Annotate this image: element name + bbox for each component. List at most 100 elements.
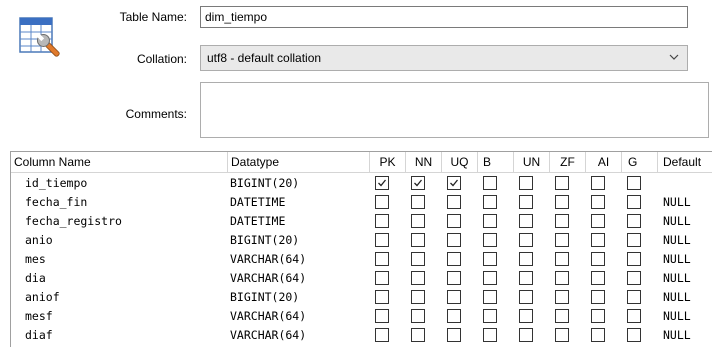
uq-header[interactable]: UQ [441, 152, 477, 172]
datatype-cell[interactable]: VARCHAR(64) [230, 309, 306, 323]
column-name-cell[interactable]: diaf [25, 328, 53, 342]
zf-checkbox[interactable] [555, 233, 569, 247]
nn-checkbox[interactable] [411, 271, 425, 285]
uq-checkbox[interactable] [447, 271, 461, 285]
g-checkbox[interactable] [627, 328, 641, 342]
default-cell[interactable]: NULL [663, 214, 691, 228]
column-name-cell[interactable]: aniof [25, 290, 60, 304]
column-name-cell[interactable]: dia [25, 271, 46, 285]
pk-checkbox[interactable] [375, 328, 389, 342]
column-name-cell[interactable]: id_tiempo [25, 176, 87, 190]
column-name-cell[interactable]: fecha_registro [25, 214, 122, 228]
datatype-cell[interactable]: VARCHAR(64) [230, 271, 306, 285]
g-checkbox[interactable] [627, 195, 641, 209]
default-cell[interactable]: NULL [663, 290, 691, 304]
un-checkbox[interactable] [519, 195, 533, 209]
un-checkbox[interactable] [519, 328, 533, 342]
ai-checkbox[interactable] [591, 309, 605, 323]
column-name-cell[interactable]: anio [25, 233, 53, 247]
ai-header[interactable]: AI [585, 152, 621, 172]
zf-checkbox[interactable] [555, 271, 569, 285]
un-checkbox[interactable] [519, 271, 533, 285]
uq-checkbox[interactable] [447, 195, 461, 209]
un-checkbox[interactable] [519, 290, 533, 304]
default-cell[interactable]: NULL [663, 328, 691, 342]
g-checkbox[interactable] [627, 214, 641, 228]
default-cell[interactable]: NULL [663, 271, 691, 285]
datatype-cell[interactable]: VARCHAR(64) [230, 328, 306, 342]
b-checkbox[interactable] [483, 195, 497, 209]
pk-checkbox[interactable] [375, 271, 389, 285]
datatype-cell[interactable]: DATETIME [230, 195, 285, 209]
nn-checkbox[interactable] [411, 214, 425, 228]
table-row[interactable]: mesf VARCHAR(64) NULL [11, 307, 712, 326]
g-checkbox[interactable] [627, 252, 641, 266]
datatype-cell[interactable]: DATETIME [230, 214, 285, 228]
zf-checkbox[interactable] [555, 328, 569, 342]
default-cell[interactable]: NULL [663, 233, 691, 247]
uq-checkbox[interactable] [447, 252, 461, 266]
pk-checkbox[interactable] [375, 176, 389, 190]
b-header[interactable]: B [477, 152, 513, 172]
ai-checkbox[interactable] [591, 290, 605, 304]
b-checkbox[interactable] [483, 233, 497, 247]
default-cell[interactable]: NULL [663, 195, 691, 209]
table-row[interactable]: fecha_fin DATETIME NULL [11, 193, 712, 212]
datatype-cell[interactable]: BIGINT(20) [230, 233, 299, 247]
b-checkbox[interactable] [483, 290, 497, 304]
pk-checkbox[interactable] [375, 290, 389, 304]
g-checkbox[interactable] [627, 271, 641, 285]
uq-checkbox[interactable] [447, 233, 461, 247]
nn-checkbox[interactable] [411, 290, 425, 304]
table-row[interactable]: mes VARCHAR(64) NULL [11, 250, 712, 269]
table-row[interactable]: diaf VARCHAR(64) NULL [11, 326, 712, 345]
b-checkbox[interactable] [483, 176, 497, 190]
nn-checkbox[interactable] [411, 195, 425, 209]
ai-checkbox[interactable] [591, 176, 605, 190]
default-header[interactable]: Default [657, 152, 712, 172]
ai-checkbox[interactable] [591, 252, 605, 266]
datatype-cell[interactable]: VARCHAR(64) [230, 252, 306, 266]
un-checkbox[interactable] [519, 252, 533, 266]
g-checkbox[interactable] [627, 290, 641, 304]
table-row[interactable]: anio BIGINT(20) NULL [11, 231, 712, 250]
b-checkbox[interactable] [483, 271, 497, 285]
zf-checkbox[interactable] [555, 214, 569, 228]
g-header[interactable]: G [621, 152, 657, 172]
nn-checkbox[interactable] [411, 309, 425, 323]
nn-checkbox[interactable] [411, 233, 425, 247]
nn-header[interactable]: NN [405, 152, 441, 172]
datatype-cell[interactable]: BIGINT(20) [230, 176, 299, 190]
table-row[interactable]: aniof BIGINT(20) NULL [11, 288, 712, 307]
b-checkbox[interactable] [483, 328, 497, 342]
table-name-input[interactable] [200, 6, 688, 28]
b-checkbox[interactable] [483, 309, 497, 323]
pk-header[interactable]: PK [369, 152, 405, 172]
pk-checkbox[interactable] [375, 252, 389, 266]
column-name-cell[interactable]: mes [25, 252, 46, 266]
ai-checkbox[interactable] [591, 195, 605, 209]
nn-checkbox[interactable] [411, 176, 425, 190]
datatype-cell[interactable]: BIGINT(20) [230, 290, 299, 304]
pk-checkbox[interactable] [375, 233, 389, 247]
ai-checkbox[interactable] [591, 271, 605, 285]
pk-checkbox[interactable] [375, 309, 389, 323]
default-cell[interactable]: NULL [663, 252, 691, 266]
un-header[interactable]: UN [513, 152, 549, 172]
column-name-header[interactable]: Column Name [11, 152, 227, 172]
uq-checkbox[interactable] [447, 290, 461, 304]
zf-checkbox[interactable] [555, 195, 569, 209]
nn-checkbox[interactable] [411, 328, 425, 342]
uq-checkbox[interactable] [447, 176, 461, 190]
table-row[interactable]: fecha_registro DATETIME NULL [11, 212, 712, 231]
nn-checkbox[interactable] [411, 252, 425, 266]
zf-checkbox[interactable] [555, 290, 569, 304]
b-checkbox[interactable] [483, 214, 497, 228]
un-checkbox[interactable] [519, 309, 533, 323]
un-checkbox[interactable] [519, 214, 533, 228]
ai-checkbox[interactable] [591, 328, 605, 342]
uq-checkbox[interactable] [447, 328, 461, 342]
g-checkbox[interactable] [627, 309, 641, 323]
comments-textarea[interactable] [200, 82, 709, 138]
zf-checkbox[interactable] [555, 252, 569, 266]
